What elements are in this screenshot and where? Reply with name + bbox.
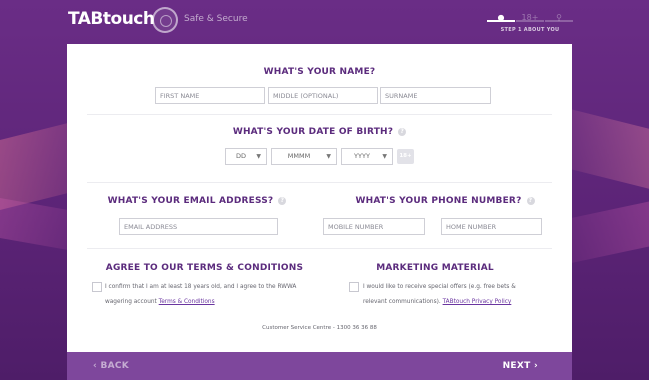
customer-service-text: Customer Service Centre - 1300 36 36 88 <box>262 325 377 331</box>
terms-text-line2: wagering account Terms & Conditions <box>105 295 335 310</box>
middle-name-input[interactable] <box>268 87 378 104</box>
marketing-text-line2-label: relevant communications). <box>363 299 441 305</box>
chevron-down-icon: ▼ <box>382 153 387 160</box>
dob-day-value: DD <box>235 152 246 160</box>
terms-text-line1: I confirm that I am at least 18 years ol… <box>105 284 297 290</box>
first-name-input[interactable] <box>155 87 265 104</box>
marketing-checkbox[interactable] <box>349 282 359 292</box>
home-number-input[interactable] <box>441 218 542 235</box>
divider <box>87 182 552 183</box>
seal-icon <box>152 7 178 33</box>
email-heading: WHAT'S YOUR EMAIL ADDRESS?? <box>67 196 327 206</box>
step-label: STEP 1 ABOUT YOU <box>500 27 560 33</box>
marketing-text-line1: I would like to receive special offers (… <box>363 284 516 290</box>
surname-input[interactable] <box>380 87 491 104</box>
privacy-policy-link[interactable]: TABtouch Privacy Policy <box>443 299 512 305</box>
terms-checkbox[interactable] <box>92 282 102 292</box>
email-input[interactable] <box>119 218 278 235</box>
header: TABtouch Safe & Secure ● 18+ ⚲ STEP 1 AB… <box>0 0 649 42</box>
chevron-down-icon: ▼ <box>256 153 261 160</box>
info-icon[interactable]: ? <box>398 127 407 136</box>
step-bar-active <box>487 20 515 22</box>
email-heading-text: WHAT'S YOUR EMAIL ADDRESS? <box>107 196 274 206</box>
name-heading: WHAT'S YOUR NAME? <box>263 67 376 77</box>
age-badge: 18+ <box>397 149 414 164</box>
phone-heading-text: WHAT'S YOUR PHONE NUMBER? <box>355 196 522 206</box>
registration-form: WHAT'S YOUR NAME? WHAT'S YOUR DATE OF BI… <box>67 44 572 352</box>
dob-year-select[interactable]: YYYY ▼ <box>341 148 393 165</box>
dob-year-value: YYYY <box>354 152 370 160</box>
back-button[interactable]: ‹ BACK <box>93 361 129 371</box>
info-icon[interactable]: ? <box>278 196 287 205</box>
terms-text-line2-label: wagering account <box>105 299 157 305</box>
terms-conditions-link[interactable]: Terms & Conditions <box>159 299 215 305</box>
tabtouch-logo[interactable]: TABtouch <box>68 9 155 29</box>
dob-day-select[interactable]: DD ▼ <box>225 148 267 165</box>
divider <box>87 114 552 115</box>
step-age: 18+ <box>516 5 544 22</box>
terms-text: I confirm that I am at least 18 years ol… <box>105 280 335 310</box>
marketing-heading: MARKETING MATERIAL <box>376 263 494 273</box>
dob-heading-text: WHAT'S YOUR DATE OF BIRTH? <box>232 127 394 137</box>
safe-secure-label: Safe & Secure <box>184 14 248 24</box>
step-bar <box>545 20 573 22</box>
marketing-text-line2: relevant communications). TABtouch Priva… <box>363 295 568 310</box>
info-icon[interactable]: ? <box>526 196 535 205</box>
next-button[interactable]: NEXT › <box>503 361 538 371</box>
phone-heading: WHAT'S YOUR PHONE NUMBER?? <box>320 196 570 206</box>
dob-heading: WHAT'S YOUR DATE OF BIRTH?? <box>67 127 572 137</box>
marketing-text: I would like to receive special offers (… <box>363 280 568 310</box>
dob-month-value: MMMM <box>287 152 311 160</box>
step-bar <box>516 20 544 22</box>
step-about-you: ● <box>487 5 515 22</box>
dob-month-select[interactable]: MMMM ▼ <box>271 148 337 165</box>
divider <box>87 248 552 249</box>
mobile-number-input[interactable] <box>323 218 425 235</box>
chevron-down-icon: ▼ <box>326 153 331 160</box>
step-security: ⚲ <box>545 5 573 22</box>
terms-heading: AGREE TO OUR TERMS & CONDITIONS <box>105 263 304 273</box>
bottom-nav: ‹ BACK NEXT › <box>67 352 572 380</box>
